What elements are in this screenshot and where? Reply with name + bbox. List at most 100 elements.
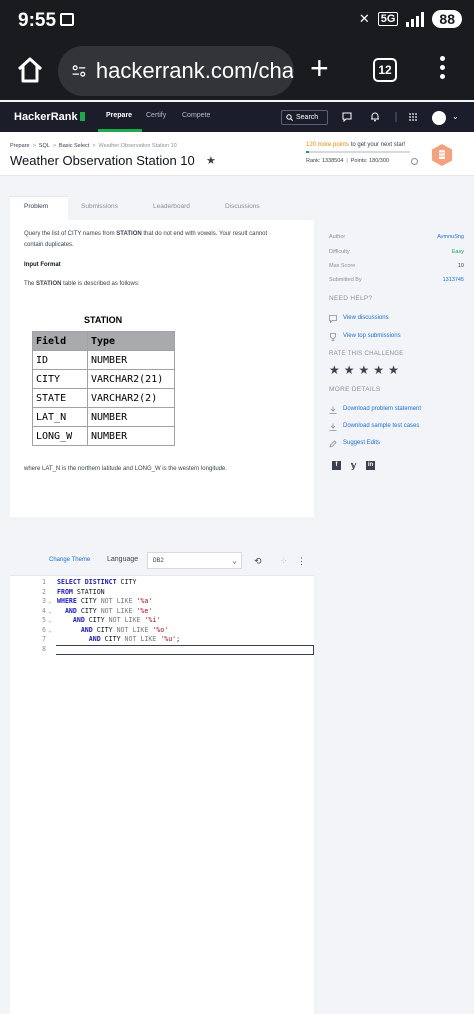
- table-header-row: Field Type: [32, 331, 175, 351]
- table-row: LAT_N NUMBER: [32, 407, 175, 427]
- more-vertical-icon[interactable]: ⋮: [297, 556, 306, 567]
- line-number: 2: [42, 587, 46, 596]
- search-input[interactable]: Search: [281, 110, 328, 125]
- fold-chevron-icon[interactable]: ⌄: [48, 607, 52, 617]
- star-icon[interactable]: ★: [329, 363, 340, 377]
- points-message: 120 more points to get your next star!: [306, 142, 406, 148]
- network-badge: 5G: [377, 12, 399, 26]
- change-theme-button[interactable]: Change Theme: [49, 557, 90, 563]
- column-header-type: Type: [87, 331, 175, 351]
- field-cell: LONG_W: [32, 426, 88, 446]
- line-number: 7: [42, 635, 46, 643]
- code-line[interactable]: 2 FROM STATION: [10, 588, 314, 598]
- code-text: SELECT DISTINCT CITY: [57, 578, 137, 586]
- language-select[interactable]: DB2 ⌄: [147, 552, 242, 569]
- bookmark-star-icon[interactable]: ★: [206, 154, 216, 167]
- code-text: AND CITY NOT LIKE '%e': [64, 606, 153, 615]
- max-score-value: 10: [457, 263, 464, 269]
- facebook-icon[interactable]: f: [332, 461, 341, 470]
- breadcrumb-basic-select[interactable]: Basic Select: [59, 143, 89, 149]
- fold-chevron-icon[interactable]: ⌄: [48, 597, 52, 607]
- code-text: AND CITY NOT LIKE '%u';: [88, 635, 181, 643]
- type-cell: NUMBER: [87, 350, 175, 370]
- chat-icon[interactable]: [342, 112, 352, 122]
- site-nav: HackerRank Prepare Certify Compete Searc…: [0, 102, 474, 132]
- more-options-icon[interactable]: [440, 56, 446, 83]
- page-title: Weather Observation Station 10: [10, 153, 195, 168]
- site-settings-icon[interactable]: [72, 62, 86, 80]
- code-line[interactable]: 4 ⌄ AND CITY NOT LIKE '%e': [10, 607, 314, 617]
- difficulty-value: Easy: [451, 249, 464, 255]
- tab-problem[interactable]: Problem: [24, 203, 48, 210]
- user-avatar[interactable]: [432, 111, 446, 125]
- code-text: AND CITY NOT LIKE '%i': [72, 616, 161, 624]
- sql-badge-icon[interactable]: [430, 143, 454, 167]
- hackerrank-logo[interactable]: HackerRank: [14, 111, 85, 123]
- battery-icon: 88: [432, 10, 462, 28]
- line-number: 3: [42, 597, 46, 605]
- type-cell: VARCHAR2(21): [87, 369, 175, 389]
- field-cell: LAT_N: [32, 407, 88, 427]
- language-label: Language: [107, 556, 139, 563]
- field-cell: STATE: [32, 388, 88, 408]
- star-icon[interactable]: ★: [388, 363, 399, 377]
- submitted-count[interactable]: 1313745: [443, 277, 464, 283]
- tab-submissions[interactable]: Submissions: [81, 203, 118, 210]
- editor-settings-icon[interactable]: ⁘: [280, 556, 288, 567]
- breadcrumb-prepare[interactable]: Prepare: [10, 143, 30, 149]
- url-text: hackerrank.com/cha: [95, 58, 294, 83]
- reset-code-icon[interactable]: ⟲: [254, 556, 262, 567]
- author-label: Author: [329, 234, 346, 240]
- home-icon[interactable]: [16, 56, 44, 84]
- nav-certify[interactable]: Certify: [146, 112, 166, 119]
- breadcrumb: Prepare > SQL > Basic Select > Weather Observa…: [10, 143, 177, 149]
- tab-discussions[interactable]: Discussions: [225, 203, 260, 210]
- linkedin-icon[interactable]: in: [366, 461, 375, 470]
- download-icon: [329, 406, 337, 414]
- address-bar[interactable]: hackerrank.com/cha: [58, 46, 294, 96]
- line-number: 6: [42, 625, 46, 634]
- star-icon[interactable]: ★: [344, 363, 355, 377]
- breadcrumb-current: Weather Observation Station 10: [98, 143, 177, 149]
- code-line[interactable]: 7 AND CITY NOT LIKE '%u';: [10, 635, 314, 645]
- screen-record-icon: [60, 13, 74, 26]
- code-line[interactable]: 6 ⌄ AND CITY NOT LIKE '%o': [10, 626, 314, 636]
- chevron-down-icon: ⌄: [232, 557, 237, 566]
- breadcrumb-sql[interactable]: SQL: [39, 143, 50, 149]
- new-tab-icon[interactable]: +: [310, 52, 329, 84]
- twitter-icon[interactable]: 𝕪: [349, 461, 358, 470]
- type-cell: VARCHAR2(2): [87, 388, 175, 408]
- nav-compete[interactable]: Compete: [182, 112, 210, 119]
- tab-leaderboard[interactable]: Leaderboard: [153, 203, 190, 210]
- author-link[interactable]: AvmnuSng: [437, 234, 464, 240]
- chevron-down-icon[interactable]: ⌄: [452, 112, 459, 121]
- tab-switcher-button[interactable]: 12: [373, 58, 397, 82]
- view-discussions-link[interactable]: View discussions: [343, 315, 389, 321]
- max-score-label: Max Score: [329, 263, 356, 269]
- table-intro: The STATION table is described as follow…: [24, 281, 140, 287]
- nav-divider: [395, 112, 397, 122]
- type-cell: NUMBER: [87, 426, 175, 446]
- trophy-icon: [330, 333, 336, 341]
- apps-grid-icon[interactable]: [408, 112, 418, 122]
- nav-prepare[interactable]: Prepare: [106, 112, 132, 119]
- fold-chevron-icon[interactable]: ⌄: [48, 626, 52, 636]
- suggest-edits-link[interactable]: Suggest Edits: [343, 440, 380, 446]
- star-icon[interactable]: ★: [373, 363, 384, 377]
- view-top-submissions-link[interactable]: View top submissions: [343, 333, 401, 339]
- code-area[interactable]: 1 SELECT DISTINCT CITY 2 FROM STATION 3 ⌄ WHER…: [10, 578, 314, 654]
- input-format-heading: Input Format: [24, 262, 61, 268]
- code-line[interactable]: 1 SELECT DISTINCT CITY: [10, 578, 314, 588]
- browser-toolbar: hackerrank.com/cha + 12: [0, 42, 474, 100]
- notifications-bell-icon[interactable]: [370, 112, 380, 122]
- table-row: CITY VARCHAR2(21): [32, 369, 175, 389]
- download-statement-link[interactable]: Download problem statement: [343, 406, 421, 412]
- line-number: 4: [42, 606, 46, 615]
- code-line[interactable]: 5 ⌄ AND CITY NOT LIKE '%i': [10, 616, 314, 626]
- code-line[interactable]: 3 ⌄ WHERE CITY NOT LIKE '%a': [10, 597, 314, 607]
- rating-stars[interactable]: ★ ★ ★ ★ ★: [329, 363, 399, 377]
- info-icon[interactable]: [411, 158, 418, 165]
- star-icon[interactable]: ★: [359, 363, 370, 377]
- download-tests-link[interactable]: Download sample test cases: [343, 423, 419, 429]
- fold-chevron-icon[interactable]: ⌄: [48, 616, 52, 626]
